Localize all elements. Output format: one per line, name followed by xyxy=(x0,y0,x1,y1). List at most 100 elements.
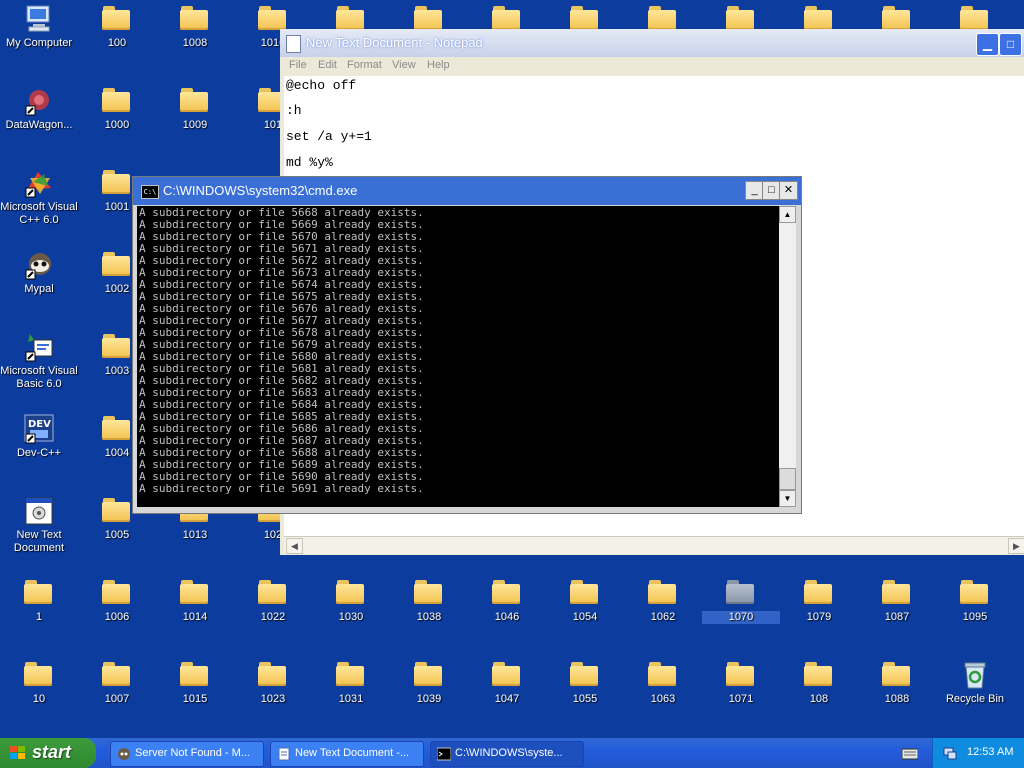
desktop-folder[interactable]: 1063 xyxy=(624,656,702,738)
desktop-folder[interactable]: 1088 xyxy=(858,656,936,738)
cmd-icon: C:\ xyxy=(141,185,159,199)
folder-icon xyxy=(648,580,676,604)
network-icon[interactable] xyxy=(943,746,957,760)
desktop-icon-visual-cpp[interactable]: Microsoft Visual C++ 6.0 xyxy=(0,164,78,246)
desktop-folder[interactable]: 1079 xyxy=(780,574,858,656)
cmd-vertical-scrollbar[interactable]: ▲ ▼ xyxy=(779,206,796,507)
desktop-icon-new-text-document[interactable]: New Text Document xyxy=(0,492,78,574)
taskbar-button-notepad[interactable]: New Text Document -... xyxy=(270,741,424,767)
notepad-horizontal-scrollbar[interactable]: ◀ ▶ xyxy=(284,536,1024,554)
desktop-folder[interactable]: 1054 xyxy=(546,574,624,656)
desktop-folder[interactable]: 1008 xyxy=(156,0,234,82)
desktop-folder[interactable]: 1046 xyxy=(468,574,546,656)
desktop-folder[interactable]: 1 xyxy=(0,574,78,656)
icon-label: 1008 xyxy=(182,37,208,49)
desktop-folder[interactable]: 100 xyxy=(78,0,156,82)
icon-label: 100 xyxy=(107,37,127,49)
scroll-thumb[interactable] xyxy=(779,468,796,490)
icon-label: 1005 xyxy=(104,529,130,541)
desktop-icon-visual-basic[interactable]: Microsoft Visual Basic 6.0 xyxy=(0,328,78,410)
desktop-folder[interactable]: 1006 xyxy=(78,574,156,656)
icon-label: 1031 xyxy=(338,693,364,705)
icon-label: 1062 xyxy=(650,611,676,623)
visual-basic-icon xyxy=(24,332,54,362)
desktop-icon-my-computer[interactable]: My Computer xyxy=(0,0,78,82)
desktop-folder[interactable]: 1000 xyxy=(78,82,156,164)
desktop-folder[interactable]: 1009 xyxy=(156,82,234,164)
icon-label: 1055 xyxy=(572,693,598,705)
desktop-folder[interactable]: 1031 xyxy=(312,656,390,738)
desktop-icon-recycle-bin[interactable]: Recycle Bin xyxy=(936,656,1014,738)
notepad-titlebar[interactable]: New Text Document - Notepad ▁ □ xyxy=(280,29,1024,57)
desktop-folder[interactable]: 1095 xyxy=(936,574,1014,656)
folder-icon xyxy=(960,580,988,604)
folder-icon xyxy=(726,6,754,30)
desktop-folder[interactable]: 1062 xyxy=(624,574,702,656)
keyboard-icon[interactable] xyxy=(901,747,919,760)
scroll-left-icon[interactable]: ◀ xyxy=(286,538,303,554)
cmd-close-button[interactable]: ✕ xyxy=(779,181,798,200)
folder-icon xyxy=(804,6,832,30)
desktop-folder[interactable]: 1030 xyxy=(312,574,390,656)
menu-file[interactable]: File xyxy=(289,59,307,71)
icon-label: 1038 xyxy=(416,611,442,623)
icon-label: 1 xyxy=(35,611,43,623)
desktop-icon-datawagon[interactable]: DataWagon... xyxy=(0,82,78,164)
scroll-down-icon[interactable]: ▼ xyxy=(779,490,796,507)
folder-icon xyxy=(492,580,520,604)
start-label: start xyxy=(32,742,72,762)
folder-icon xyxy=(882,662,910,686)
scroll-right-icon[interactable]: ▶ xyxy=(1008,538,1024,554)
desktop-folder-selected[interactable]: 1070 xyxy=(702,574,780,656)
clock[interactable]: 12:53 AM xyxy=(967,746,1013,758)
text-line: md %y% xyxy=(286,155,333,170)
cmd-console[interactable]: A subdirectory or file 5668 already exis… xyxy=(137,206,779,507)
desktop-folder[interactable]: 1022 xyxy=(234,574,312,656)
taskbar-button-cmd[interactable]: C:\WINDOWS\syste... xyxy=(430,741,584,767)
desktop-folder[interactable]: 108 xyxy=(780,656,858,738)
folder-icon xyxy=(726,662,754,686)
desktop-icon-mypal[interactable]: Mypal xyxy=(0,246,78,328)
desktop-icon-devcpp[interactable]: DEV Dev-C++ xyxy=(0,410,78,492)
icon-label: 1013 xyxy=(182,529,208,541)
taskbar-button-label: Server Not Found - M... xyxy=(135,747,250,759)
icon-label: 1079 xyxy=(806,611,832,623)
menu-view[interactable]: View xyxy=(392,59,416,71)
notepad-maximize-button[interactable]: □ xyxy=(999,33,1022,56)
scroll-up-icon[interactable]: ▲ xyxy=(779,206,796,223)
folder-icon xyxy=(414,580,442,604)
desktop-folder[interactable]: 1015 xyxy=(156,656,234,738)
notepad-minimize-button[interactable]: ▁ xyxy=(976,33,999,56)
icon-label: 1070 xyxy=(702,611,780,624)
folder-icon xyxy=(492,662,520,686)
taskbar-button-browser[interactable]: Server Not Found - M... xyxy=(110,741,264,767)
folder-icon xyxy=(570,580,598,604)
icon-label: 1087 xyxy=(884,611,910,623)
icon-label: Recycle Bin xyxy=(945,693,1005,705)
taskbar: start Server Not Found - M... New Text D… xyxy=(0,738,1024,768)
cmd-titlebar[interactable]: C:\ C:\WINDOWS\system32\cmd.exe _ □ ✕ xyxy=(133,177,801,205)
folder-icon xyxy=(882,6,910,30)
start-button[interactable]: start xyxy=(0,738,96,768)
desktop-folder[interactable]: 1071 xyxy=(702,656,780,738)
desktop-folder[interactable]: 1023 xyxy=(234,656,312,738)
desktop-folder[interactable]: 10 xyxy=(0,656,78,738)
desktop-folder[interactable]: 1047 xyxy=(468,656,546,738)
desktop-folder[interactable]: 1055 xyxy=(546,656,624,738)
desktop-folder[interactable]: 1014 xyxy=(156,574,234,656)
cmd-title: C:\WINDOWS\system32\cmd.exe xyxy=(163,183,358,198)
icon-label: 1015 xyxy=(182,693,208,705)
desktop-folder[interactable]: 1087 xyxy=(858,574,936,656)
folder-icon xyxy=(180,6,208,30)
desktop-folder[interactable]: 1007 xyxy=(78,656,156,738)
text-document-icon xyxy=(24,496,54,526)
folder-icon xyxy=(258,662,286,686)
system-tray: 12:53 AM xyxy=(932,738,1024,768)
desktop-folder[interactable]: 1038 xyxy=(390,574,468,656)
folder-icon xyxy=(336,580,364,604)
menu-format[interactable]: Format xyxy=(347,59,382,71)
icon-label: 108 xyxy=(809,693,829,705)
menu-help[interactable]: Help xyxy=(427,59,450,71)
menu-edit[interactable]: Edit xyxy=(318,59,337,71)
desktop-folder[interactable]: 1039 xyxy=(390,656,468,738)
